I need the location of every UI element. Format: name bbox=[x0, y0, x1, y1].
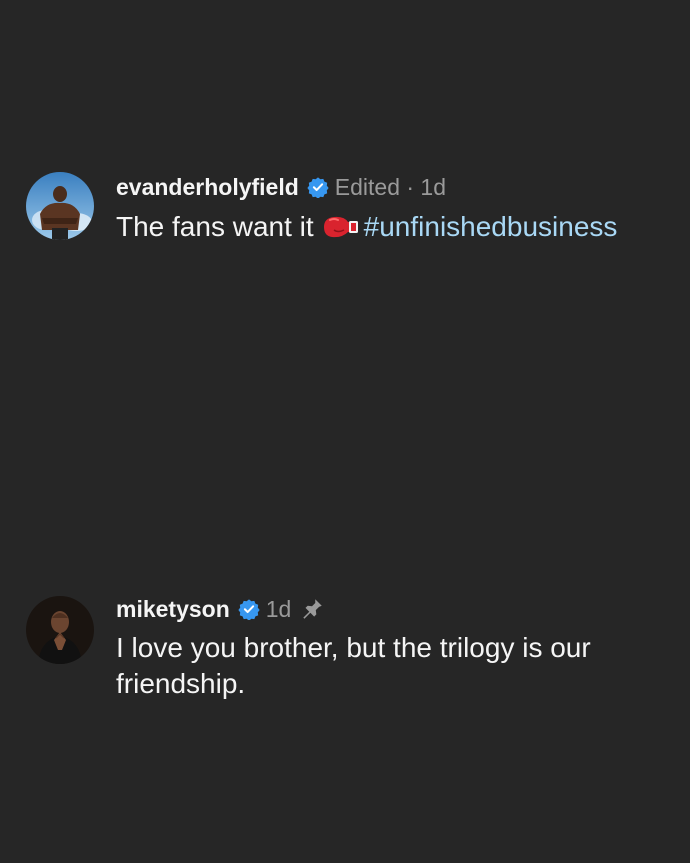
comment-miketyson: miketyson 1d I love you brother, but the… bbox=[26, 592, 680, 712]
username[interactable]: evanderholyfield bbox=[116, 174, 299, 201]
avatar-miketyson[interactable] bbox=[26, 596, 94, 664]
comment-header: evanderholyfield Edited · 1d bbox=[116, 170, 680, 204]
avatar-evanderholyfield[interactable] bbox=[26, 172, 94, 240]
comment-text-body: The fans want it bbox=[116, 211, 314, 242]
comment-text: I love you brother, but the trilogy is o… bbox=[116, 632, 591, 699]
hashtag-link[interactable]: #unfinishedbusiness bbox=[364, 211, 618, 242]
comment-evanderholyfield: evanderholyfield Edited · 1d The fans wa… bbox=[26, 170, 680, 250]
comment-meta: 1d bbox=[265, 595, 292, 622]
username[interactable]: miketyson bbox=[116, 596, 230, 623]
comment-text: The fans want it #unfinishedbusiness bbox=[116, 209, 680, 245]
comment-header: miketyson 1d bbox=[116, 592, 680, 626]
comment-meta: Edited · 1d bbox=[334, 173, 447, 200]
pin-icon bbox=[299, 596, 325, 622]
boxing-glove-icon bbox=[320, 213, 360, 239]
verified-badge-icon bbox=[307, 176, 329, 198]
verified-badge-icon bbox=[238, 598, 260, 620]
